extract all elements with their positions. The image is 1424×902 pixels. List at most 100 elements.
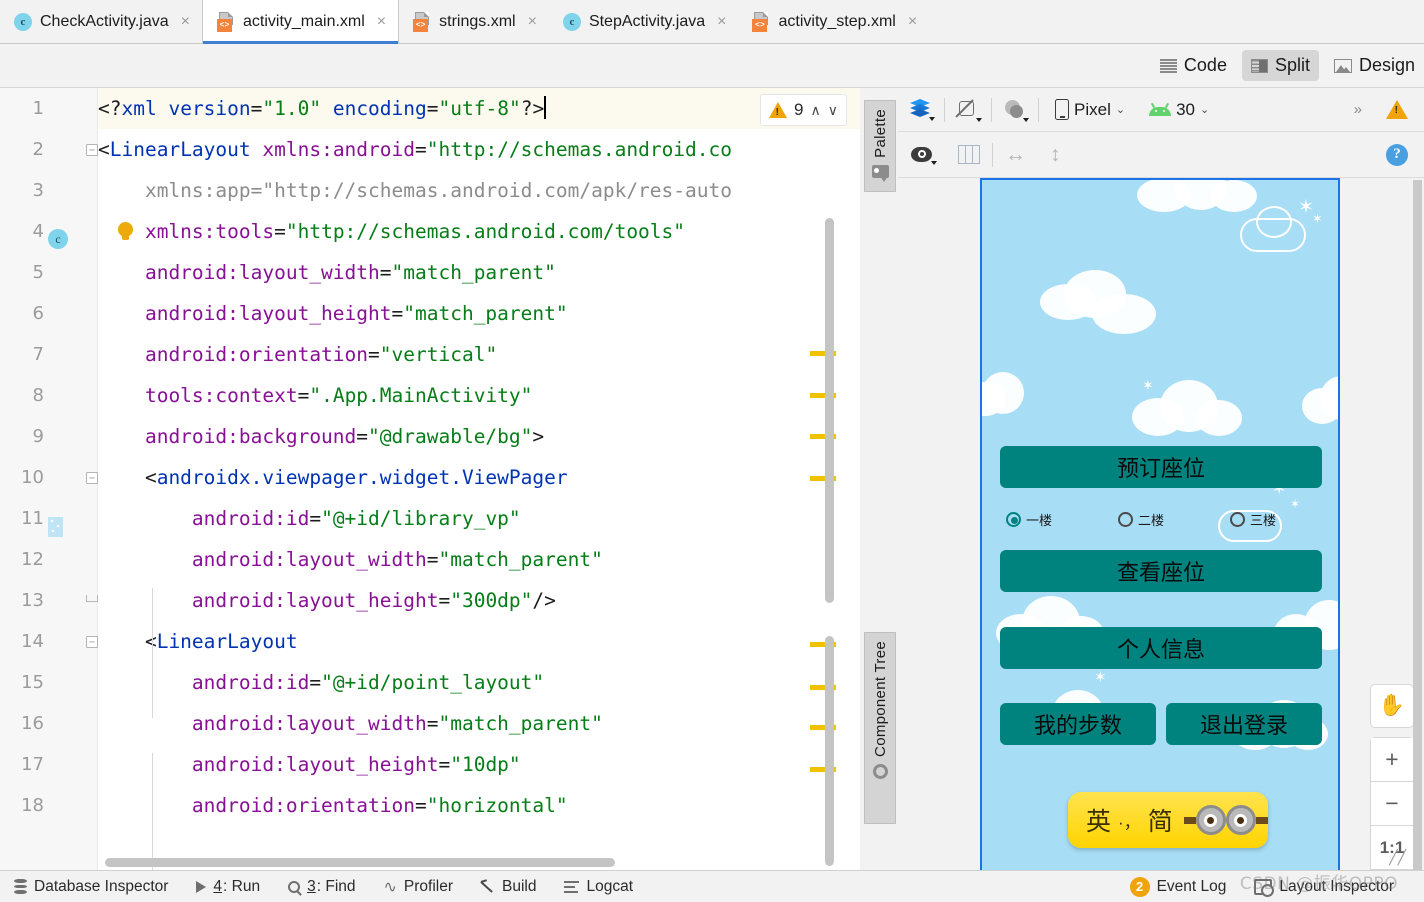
pan-hand-button[interactable]: ✋ — [1370, 684, 1414, 728]
match-height-button[interactable]: ↕ — [1038, 143, 1073, 167]
view-mode-code[interactable]: Code — [1151, 50, 1236, 81]
code-line[interactable]: 14 − <LinearLayout — [21, 621, 860, 662]
code-line[interactable]: 5 android:layout_width="match_parent" — [33, 252, 860, 293]
close-icon[interactable]: × — [717, 14, 726, 30]
editor-tab-activity-main-xml[interactable]: <> activity_main.xml × — [201, 0, 400, 44]
code-text: xmlns:tools="http://schemas.android.com/… — [98, 220, 686, 243]
cloud-decoration — [982, 372, 1024, 418]
fold-collapse-icon[interactable]: − — [86, 472, 98, 484]
sidebar-item-palette[interactable]: Palette — [864, 100, 896, 192]
radio-floor-2[interactable]: 二楼 — [1118, 510, 1230, 529]
device-frame[interactable]: ✶ ✶ ✶ ✶ ✶ ✶ 预订座位 一楼 二楼 三楼 查看座位 个人信息 我的步数… — [980, 178, 1340, 870]
design-vertical-scrollbar[interactable] — [1413, 180, 1422, 870]
code-line[interactable]: 17 android:layout_height="10dp" — [21, 744, 860, 785]
device-selector[interactable]: Pixel ⌄ — [1039, 99, 1137, 120]
fold-end-icon[interactable] — [86, 595, 98, 602]
code-line[interactable]: 8 tools:context=".App.MainActivity" — [33, 375, 860, 416]
layers-button[interactable] — [898, 99, 944, 121]
radio-floor-3[interactable]: 三楼 — [1230, 510, 1276, 529]
close-icon[interactable]: × — [377, 14, 386, 30]
reserve-seat-button[interactable]: 预订座位 — [1000, 446, 1322, 488]
line-number: 6 — [32, 303, 44, 324]
canvas-zoom-controls[interactable]: ✋ + − 1:1 — [1370, 684, 1414, 870]
radio-floor-1[interactable]: 一楼 — [1006, 510, 1118, 529]
view-mode-split[interactable]: Split — [1241, 50, 1319, 81]
problem-marker-gutter[interactable] — [810, 88, 838, 870]
fold-collapse-icon[interactable]: − — [86, 144, 98, 156]
editor-horizontal-scrollbar[interactable] — [105, 858, 615, 867]
sidebar-item-component-tree[interactable]: Component Tree — [864, 632, 896, 824]
code-line[interactable]: 10 − <androidx.viewpager.widget.ViewPager — [21, 457, 860, 498]
code-editor[interactable]: 1 <?xml version="1.0" encoding="utf-8"?> 2… — [0, 88, 860, 870]
design-preview-pane: Pixel ⌄ 30 ⌄ » ↔ — [898, 88, 1424, 870]
next-problem-icon[interactable]: ∨ — [828, 102, 838, 119]
editor-tab-checkactivity-java[interactable]: c CheckActivity.java × — [0, 0, 202, 44]
line-number: 13 — [21, 590, 44, 611]
code-line[interactable]: 7 android:orientation="vertical" — [33, 334, 860, 375]
design-warning-button[interactable] — [1374, 100, 1424, 119]
view-seat-button[interactable]: 查看座位 — [1000, 550, 1322, 592]
inspection-warning-chip[interactable]: 9 ∧ ∨ — [760, 94, 847, 126]
close-icon[interactable]: × — [908, 14, 917, 30]
status-profiler-tool[interactable]: ∿ Profiler — [370, 877, 468, 896]
preview-canvas[interactable]: ✶ ✶ ✶ ✶ ✶ ✶ 预订座位 一楼 二楼 三楼 查看座位 个人信息 我的步数… — [898, 178, 1424, 870]
code-line[interactable]: 9 android:background="@drawable/bg"> — [33, 416, 860, 457]
code-line[interactable]: 16 android:layout_width="match_parent" — [21, 703, 860, 744]
editor-code-area[interactable]: 1 <?xml version="1.0" encoding="utf-8"?> 2… — [21, 88, 860, 870]
code-line[interactable]: 3 xmlns:app="http://schemas.android.com/… — [33, 170, 860, 211]
status-build-tool[interactable]: Build — [467, 878, 550, 896]
pane-resize-grip[interactable]: ╱╱ — [1389, 849, 1406, 866]
columns-button[interactable] — [946, 145, 992, 164]
status-database-inspector[interactable]: Database Inspector — [0, 878, 182, 896]
theme-button[interactable] — [992, 99, 1038, 122]
chevron-down-icon[interactable]: ⌄ — [1200, 103, 1209, 116]
status-logcat-tool[interactable]: Logcat — [550, 878, 647, 896]
status-find-tool[interactable]: 3: Find — [274, 878, 369, 896]
xml-file-icon: <> — [413, 12, 431, 32]
editor-tab-stepactivity-java[interactable]: c StepActivity.java × — [549, 0, 739, 44]
view-mode-design[interactable]: Design — [1325, 50, 1424, 81]
code-line[interactable]: 13 android:layout_height="300dp"/> — [21, 580, 860, 621]
toolbar-overflow-button[interactable]: » — [1342, 101, 1374, 118]
chevron-down-icon[interactable]: ⌄ — [1116, 103, 1125, 116]
prev-problem-icon[interactable]: ∧ — [811, 102, 821, 119]
line-number: 4 — [32, 221, 44, 242]
editor-vertical-scrollbar[interactable] — [825, 218, 834, 603]
fold-collapse-icon[interactable]: − — [86, 636, 98, 648]
help-button[interactable]: ? — [1374, 143, 1424, 166]
logout-button[interactable]: 退出登录 — [1166, 703, 1322, 745]
orientation-button[interactable] — [945, 98, 991, 122]
code-line[interactable]: 15 android:id="@+id/point_layout" — [21, 662, 860, 703]
floor-radio-group[interactable]: 一楼 二楼 三楼 — [1006, 510, 1316, 529]
editor-tab-activity-step-xml[interactable]: <> activity_step.xml × — [738, 0, 929, 44]
code-line[interactable]: 1 <?xml version="1.0" encoding="utf-8"?> — [33, 88, 860, 129]
match-width-button[interactable]: ↔ — [993, 143, 1038, 167]
intention-bulb-icon[interactable] — [118, 222, 133, 240]
code-line[interactable]: 18 android:orientation="horizontal" — [21, 785, 860, 826]
code-line[interactable]: 6 android:layout_height="match_parent" — [33, 293, 860, 334]
editor-tab-strings-xml[interactable]: <> strings.xml × — [399, 0, 549, 44]
close-icon[interactable]: × — [528, 14, 537, 30]
cloud-outline-decoration — [1256, 206, 1292, 238]
personal-info-button[interactable]: 个人信息 — [1000, 627, 1322, 669]
code-line[interactable]: 4 xmlns:tools="http://schemas.android.co… — [33, 211, 860, 252]
zoom-in-button[interactable]: + — [1370, 737, 1414, 781]
palette-icon — [871, 164, 889, 178]
zoom-out-button[interactable]: − — [1370, 781, 1414, 825]
event-count-badge: 2 — [1129, 876, 1150, 897]
code-text: android:id="@+id/point_layout" — [98, 671, 545, 694]
code-line[interactable]: 12 android:layout_width="match_parent" — [21, 539, 860, 580]
visibility-button[interactable] — [898, 146, 946, 165]
code-line[interactable]: 11 android:id="@+id/library_vp" — [21, 498, 860, 539]
status-layout-inspector[interactable]: Layout Inspector — [1240, 878, 1424, 897]
status-event-log[interactable]: 2 Event Log — [1116, 876, 1241, 897]
close-icon[interactable]: × — [181, 14, 190, 30]
code-line[interactable]: 2 − <LinearLayout xmlns:android="http://sc… — [33, 129, 860, 170]
status-run-tool[interactable]: 4: Run — [182, 878, 274, 896]
class-marker-icon[interactable]: c — [48, 229, 68, 249]
api-selector[interactable]: 30 ⌄ — [1137, 100, 1221, 120]
ime-language-indicator[interactable]: 英 ·， 简 — [1068, 792, 1268, 848]
editor-vertical-scrollbar-thumb[interactable] — [825, 636, 834, 866]
rotate-orientation-icon — [955, 98, 982, 122]
my-steps-button[interactable]: 我的步数 — [1000, 703, 1156, 745]
